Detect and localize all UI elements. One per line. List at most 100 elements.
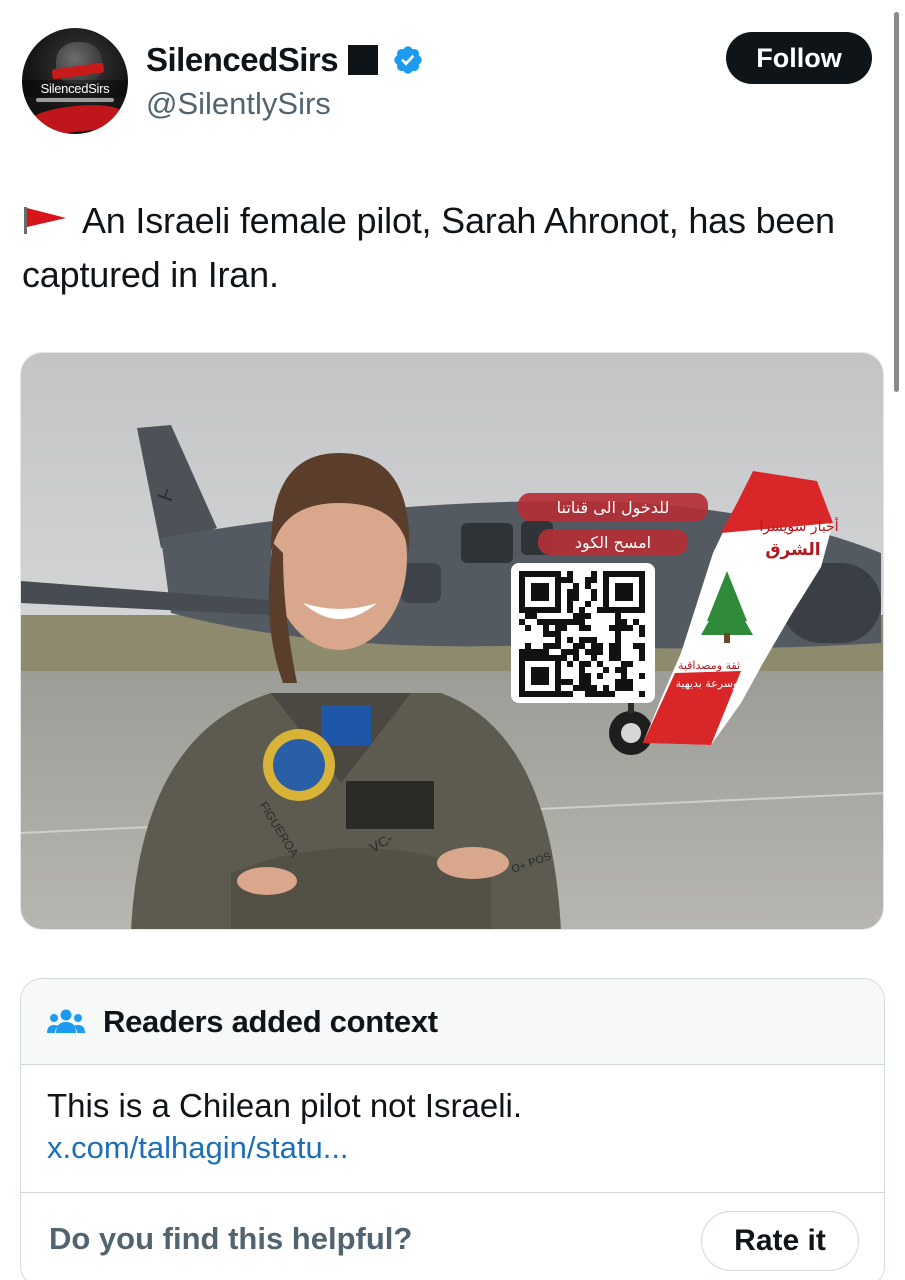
qr-module (579, 685, 585, 691)
qr-module (579, 607, 585, 613)
qr-module (573, 583, 579, 589)
qr-module (567, 661, 573, 667)
qr-module (525, 655, 531, 661)
qr-module (603, 691, 609, 697)
qr-module (609, 625, 615, 631)
qr-module (537, 691, 543, 697)
qr-module (567, 571, 573, 577)
qr-module (555, 607, 561, 613)
qr-module (525, 691, 531, 697)
qr-module (567, 577, 573, 583)
qr-module (537, 589, 543, 595)
qr-module (531, 583, 537, 589)
qr-module (615, 595, 621, 601)
avatar[interactable]: SilencedSirs (22, 28, 128, 134)
qr-module (585, 637, 591, 643)
qr-module (537, 655, 543, 661)
qr-module (579, 679, 585, 685)
qr-module (627, 607, 633, 613)
qr-module (591, 691, 597, 697)
qr-module (633, 619, 639, 625)
qr-module (561, 625, 567, 631)
qr-module (597, 673, 603, 679)
qr-module (519, 649, 525, 655)
map-tag-1: ثقة ومصداقية (678, 659, 740, 672)
qr-module (555, 619, 561, 625)
qr-module (615, 613, 621, 619)
qr-module (543, 643, 549, 649)
qr-module (621, 661, 627, 667)
qr-module (603, 571, 609, 577)
qr-code[interactable] (511, 563, 655, 703)
scrollbar[interactable] (894, 12, 899, 392)
qr-module (543, 607, 549, 613)
qr-module (549, 607, 555, 613)
tweet-image[interactable]: Ⱶ FIGUEROA VC- O+ POS للدخول الى قناتنا (20, 352, 884, 930)
qr-module (561, 691, 567, 697)
qr-module (585, 691, 591, 697)
display-name[interactable]: SilencedSirs (146, 41, 339, 79)
qr-module (573, 613, 579, 619)
qr-module (519, 685, 525, 691)
qr-module (519, 661, 525, 667)
qr-module (531, 691, 537, 697)
qr-module (537, 619, 543, 625)
qr-module (567, 607, 573, 613)
qr-module (531, 655, 537, 661)
qr-module (549, 631, 555, 637)
qr-module (579, 673, 585, 679)
qr-module (621, 625, 627, 631)
qr-module (597, 649, 603, 655)
qr-module (519, 673, 525, 679)
follow-button[interactable]: Follow (726, 32, 872, 84)
qr-module (621, 607, 627, 613)
qr-module (639, 607, 645, 613)
qr-module (549, 571, 555, 577)
context-source-link[interactable]: x.com/talhagin/statu... (47, 1127, 858, 1169)
qr-module (609, 571, 615, 577)
qr-module (609, 643, 615, 649)
qr-module (585, 649, 591, 655)
qr-module (573, 589, 579, 595)
qr-module (615, 571, 621, 577)
qr-module (585, 601, 591, 607)
qr-module (519, 679, 525, 685)
qr-module (615, 607, 621, 613)
context-title: Readers added context (103, 1003, 438, 1039)
avatar-brand-text: SilencedSirs (22, 80, 128, 97)
qr-module (543, 673, 549, 679)
qr-module (585, 583, 591, 589)
qr-module (585, 625, 591, 631)
qr-module (609, 655, 615, 661)
qr-module (597, 661, 603, 667)
map-title-2: الشرق (765, 540, 820, 560)
qr-module (537, 595, 543, 601)
qr-module (519, 583, 525, 589)
qr-module (627, 625, 633, 631)
community-notes-card: Readers added context This is a Chilean … (20, 978, 885, 1280)
qr-module (519, 589, 525, 595)
qr-module (531, 571, 537, 577)
verified-badge-icon (394, 46, 422, 74)
qr-module (609, 649, 615, 655)
qr-module (579, 637, 585, 643)
rate-it-button[interactable]: Rate it (701, 1211, 859, 1271)
qr-module (639, 631, 645, 637)
qr-module (591, 571, 597, 577)
avatar-sub-line (36, 98, 114, 102)
qr-module (555, 679, 561, 685)
qr-module (579, 667, 585, 673)
qr-module (603, 589, 609, 595)
qr-module (639, 691, 645, 697)
qr-module (639, 583, 645, 589)
qr-module (567, 589, 573, 595)
qr-module (555, 673, 561, 679)
qr-module (519, 577, 525, 583)
qr-module (621, 571, 627, 577)
qr-module (621, 589, 627, 595)
qr-module (603, 607, 609, 613)
context-footer: Do you find this helpful? Rate it (21, 1193, 884, 1280)
qr-module (543, 589, 549, 595)
qr-module (525, 643, 531, 649)
handle[interactable]: @SilentlySirs (146, 86, 331, 122)
